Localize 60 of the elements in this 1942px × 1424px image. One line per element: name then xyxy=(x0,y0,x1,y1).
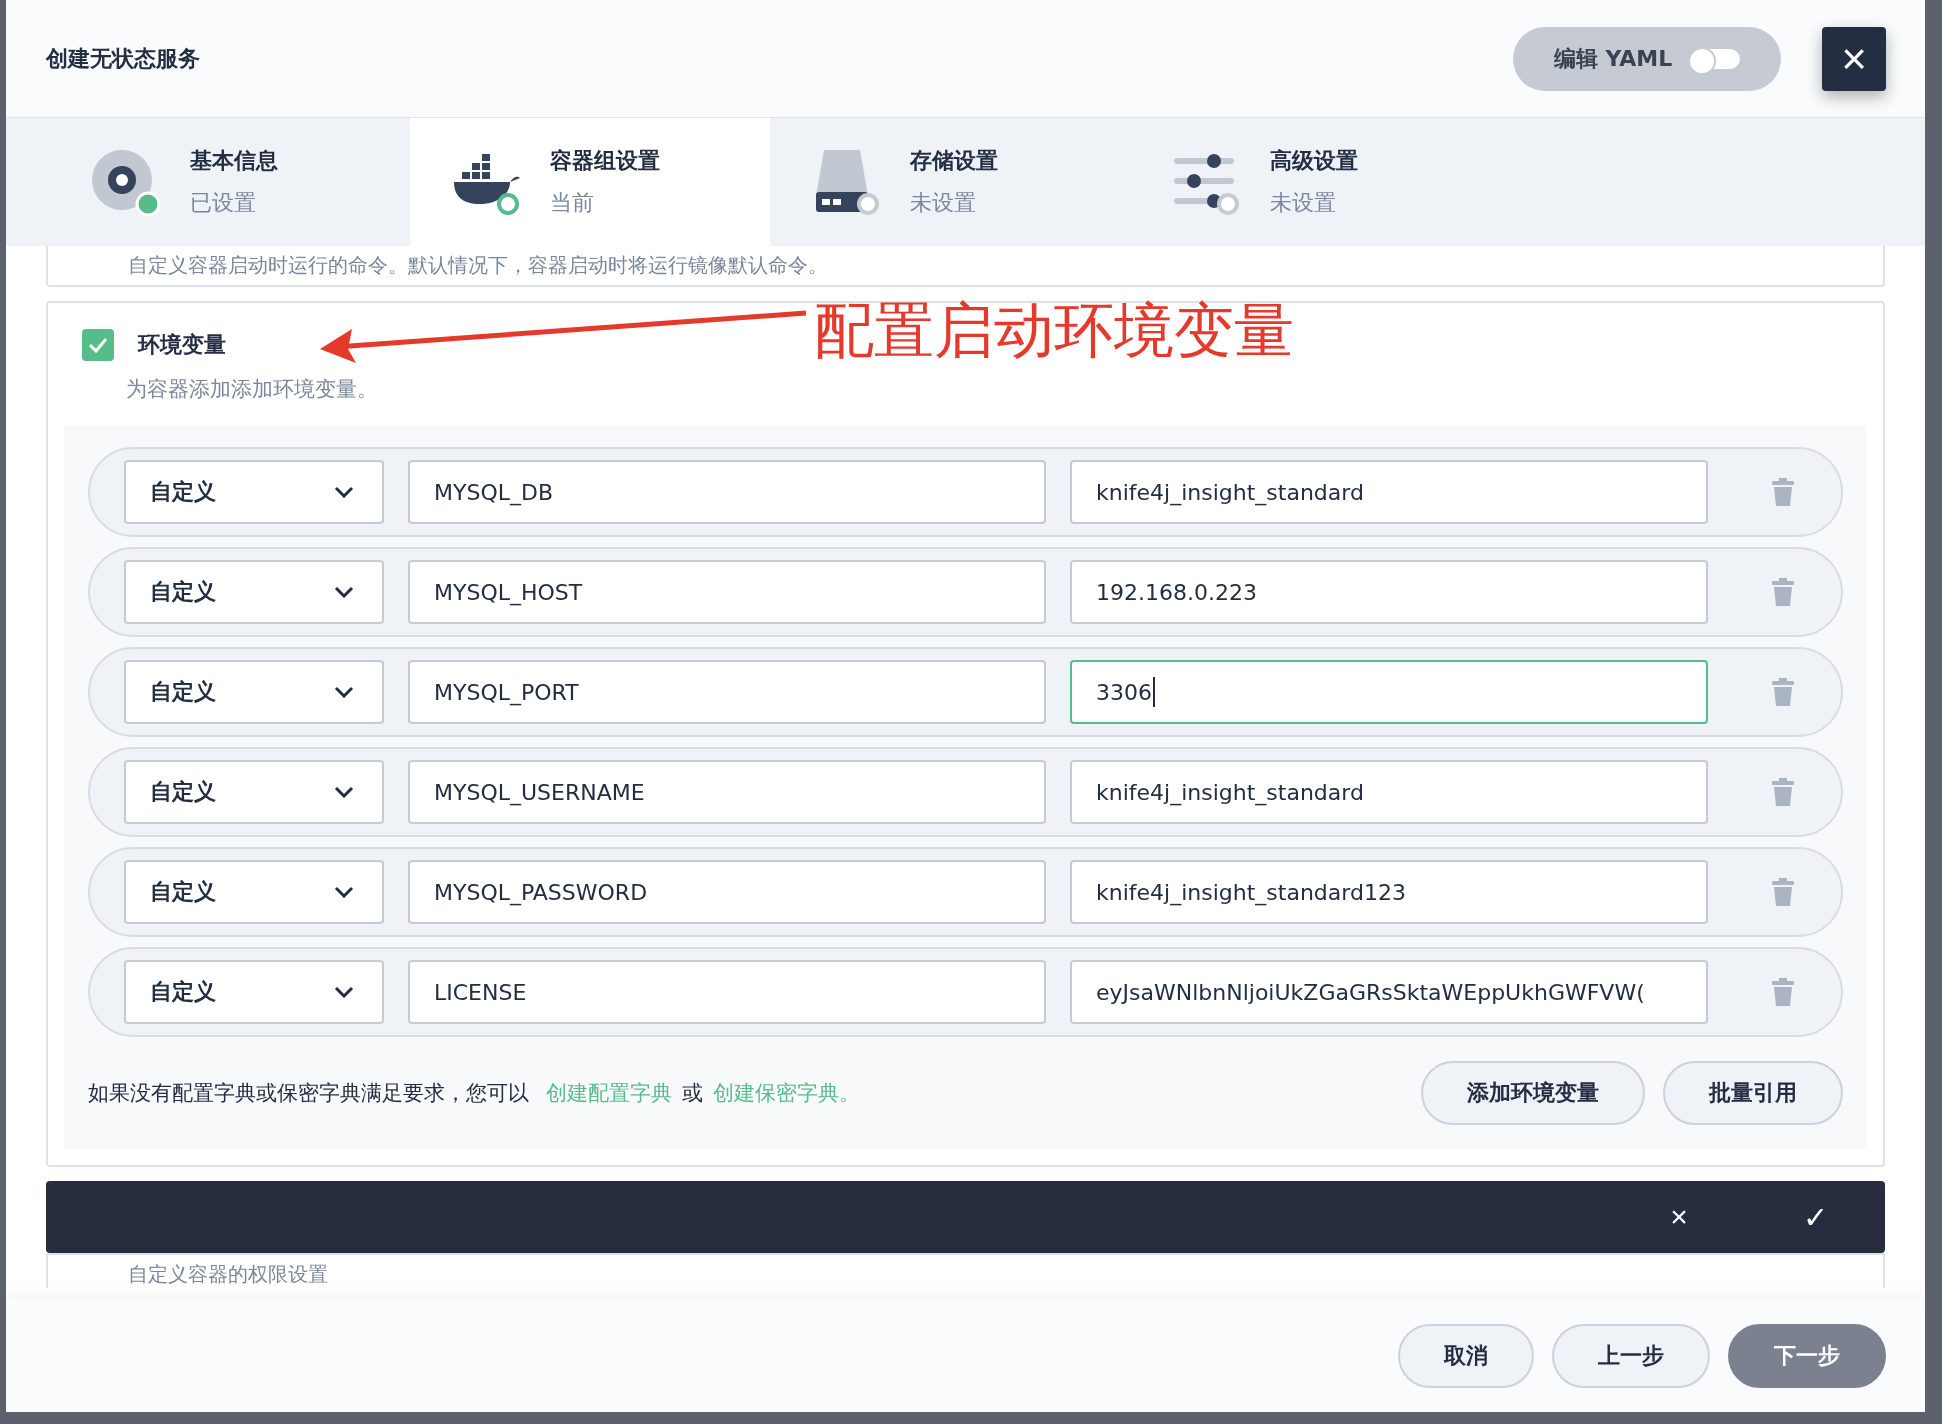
footer-button[interactable]: 取消 xyxy=(1398,1324,1534,1388)
name-field[interactable]: MYSQL_PASSWORD xyxy=(408,860,1046,924)
step-title: 高级设置 xyxy=(1270,147,1358,175)
type-select[interactable]: 自定义 xyxy=(124,560,384,624)
trash-icon[interactable] xyxy=(1772,578,1794,606)
step-title: 容器组设置 xyxy=(550,147,660,175)
dictionary-hint: 如果没有配置字典或保密字典满足要求，您可以 创建配置字典 或 创建保密字典。 xyxy=(88,1080,861,1107)
step-tab[interactable]: 容器组设置 当前 xyxy=(410,118,770,246)
env-title: 环境变量 xyxy=(138,331,226,359)
type-select[interactable]: 自定义 xyxy=(124,760,384,824)
annotation-text: 配置启动环境变量 xyxy=(814,294,1294,367)
env-action-button[interactable]: 添加环境变量 xyxy=(1421,1061,1645,1125)
permission-hint: 自定义容器的权限设置 xyxy=(128,1261,329,1288)
step-title: 基本信息 xyxy=(190,147,278,175)
chevron-down-icon xyxy=(334,886,354,898)
trash-icon[interactable] xyxy=(1772,678,1794,706)
env-description: 为容器添加添加环境变量。 xyxy=(126,376,379,403)
chevron-down-icon xyxy=(334,686,354,698)
step-tab[interactable]: 高级设置 未设置 xyxy=(1130,118,1490,246)
type-select[interactable]: 自定义 xyxy=(124,460,384,524)
trash-icon[interactable] xyxy=(1772,978,1794,1006)
cancel-edit-button[interactable]: × xyxy=(1649,1199,1709,1235)
type-select[interactable]: 自定义 xyxy=(124,860,384,924)
trash-icon[interactable] xyxy=(1772,878,1794,906)
step-status: 未设置 xyxy=(1270,189,1337,217)
type-select[interactable]: 自定义 xyxy=(124,660,384,724)
step-status: 当前 xyxy=(550,189,595,217)
step-title: 存储设置 xyxy=(910,147,998,175)
value-field[interactable]: 3306 xyxy=(1070,660,1708,724)
name-field[interactable]: MYSQL_PORT xyxy=(408,660,1046,724)
value-field[interactable]: eyJsaWNlbnNljoiUkZGaGRsSktaWEppUkhGWFVW( xyxy=(1070,960,1708,1024)
name-field[interactable]: MYSQL_DB xyxy=(408,460,1046,524)
close-button[interactable]: × xyxy=(1822,26,1886,91)
value-field[interactable]: knife4j_insight_standard xyxy=(1070,760,1708,824)
footer-button[interactable]: 上一步 xyxy=(1552,1324,1710,1388)
type-select[interactable]: 自定义 xyxy=(124,960,384,1024)
dialog-title: 创建无状态服务 xyxy=(46,44,201,73)
step-status: 已设置 xyxy=(190,189,257,217)
env-action-button[interactable]: 批量引用 xyxy=(1663,1061,1843,1125)
step-tab[interactable]: 基本信息 已设置 xyxy=(50,118,410,246)
value-field[interactable]: knife4j_insight_standard123 xyxy=(1070,860,1708,924)
env-checkbox[interactable] xyxy=(82,329,114,361)
chevron-down-icon xyxy=(334,586,354,598)
edit-yaml-toggle[interactable]: 编辑 YAML xyxy=(1513,26,1781,91)
step-status: 未设置 xyxy=(910,189,977,217)
step-tab[interactable]: 存储设置 未设置 xyxy=(770,118,1130,246)
trash-icon[interactable] xyxy=(1772,778,1794,806)
trash-icon[interactable] xyxy=(1772,478,1794,506)
value-field[interactable]: knife4j_insight_standard xyxy=(1070,460,1708,524)
name-field[interactable]: MYSQL_USERNAME xyxy=(408,760,1046,824)
footer-button[interactable]: 下一步 xyxy=(1728,1324,1886,1388)
value-field[interactable]: 192.168.0.223 xyxy=(1070,560,1708,624)
name-field[interactable]: LICENSE xyxy=(408,960,1046,1024)
confirm-edit-button[interactable]: ✓ xyxy=(1785,1198,1845,1236)
check-icon xyxy=(88,337,108,353)
chevron-down-icon xyxy=(334,786,354,798)
name-field[interactable]: MYSQL_HOST xyxy=(408,560,1046,624)
command-hint: 自定义容器启动时运行的命令。默认情况下，容器启动时将运行镜像默认命令。 xyxy=(128,252,829,279)
chevron-down-icon xyxy=(334,486,354,498)
chevron-down-icon xyxy=(334,986,354,998)
